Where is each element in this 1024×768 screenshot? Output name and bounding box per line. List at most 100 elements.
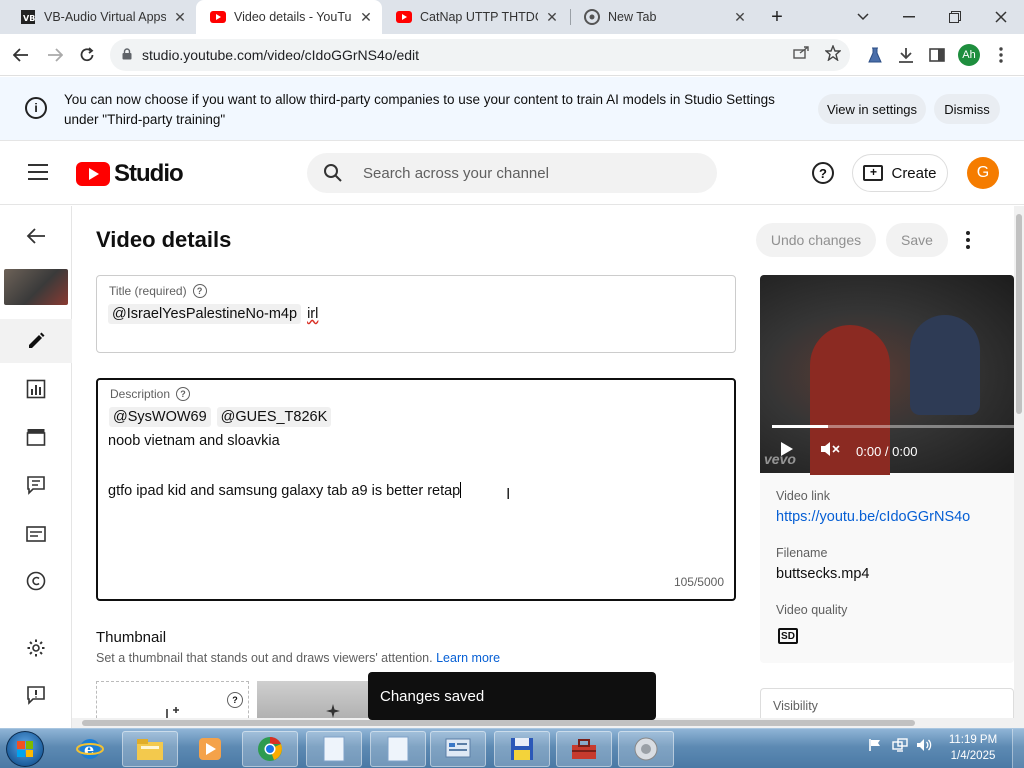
description-line-1: noob vietnam and sloavkia	[108, 433, 280, 449]
help-icon[interactable]: ?	[812, 162, 834, 184]
description-field-label: Description ?	[110, 387, 191, 401]
tab-new-tab[interactable]: New Tab ✕	[570, 0, 756, 34]
settings-gear-icon[interactable]	[0, 626, 72, 670]
vertical-scrollbar[interactable]	[1014, 206, 1024, 728]
details-pencil-icon[interactable]	[0, 319, 72, 363]
studio-header: Studio Search across your channel ? + Cr…	[0, 141, 1024, 205]
comments-icon[interactable]	[0, 463, 72, 507]
video-link-label: Video link	[776, 489, 830, 503]
browser-menu-icon[interactable]	[988, 42, 1014, 68]
create-video-icon: +	[863, 165, 884, 181]
video-progress-bar[interactable]	[772, 425, 1014, 428]
chrome-icon[interactable]	[242, 731, 298, 767]
chrome-icon	[584, 9, 600, 25]
speaker-app-icon[interactable]	[618, 731, 674, 767]
page-title: Video details	[96, 227, 232, 252]
close-window-icon[interactable]	[981, 0, 1021, 34]
tab-search-chevron-icon[interactable]	[843, 0, 883, 34]
sd-quality-badge: SD	[778, 628, 798, 644]
help-icon[interactable]: ?	[227, 692, 243, 708]
volume-icon[interactable]	[916, 738, 932, 752]
studio-wordmark: Studio	[114, 160, 184, 187]
description-field[interactable]: Description ? @SysWOW69 @GUES_T826K noob …	[96, 378, 736, 601]
description-line-2: gtfo ipad kid and samsung galaxy tab a9 …	[108, 482, 462, 499]
tab-title: VB-Audio Virtual Apps	[44, 10, 166, 24]
hamburger-menu-icon[interactable]	[28, 164, 48, 180]
mention-chip[interactable]: @GUES_T826K	[216, 407, 332, 427]
network-icon[interactable]	[892, 738, 908, 752]
document-icon[interactable]	[370, 731, 426, 767]
close-tab-icon[interactable]: ✕	[172, 9, 188, 26]
mention-chip[interactable]: @IsraelYesPalestineNo-m4p	[108, 304, 302, 324]
download-icon[interactable]	[893, 42, 919, 68]
control-panel-icon[interactable]	[430, 731, 486, 767]
close-tab-icon[interactable]: ✕	[544, 9, 560, 26]
show-desktop-button[interactable]	[1012, 729, 1024, 768]
subtitles-icon[interactable]	[0, 512, 72, 556]
view-in-settings-button[interactable]: View in settings	[818, 94, 926, 124]
toolbox-icon[interactable]	[556, 731, 612, 767]
mute-volume-icon[interactable]	[820, 441, 840, 457]
youtube-logo-icon	[76, 162, 110, 186]
mention-chip[interactable]: @SysWOW69	[109, 407, 211, 427]
side-panel-icon[interactable]	[924, 42, 950, 68]
tab-title: New Tab	[608, 10, 657, 24]
video-thumbnail-mini[interactable]	[4, 269, 68, 305]
video-link[interactable]: https://youtu.be/cIdoGGrNS4o	[776, 509, 970, 525]
save-button[interactable]: Save	[886, 223, 948, 257]
close-tab-icon[interactable]: ✕	[732, 9, 748, 26]
help-icon[interactable]: ?	[192, 284, 207, 298]
title-field[interactable]: Title (required) ? @IsraelYesPalestineNo…	[96, 275, 736, 353]
forward-arrow-icon[interactable]	[40, 40, 70, 70]
visibility-label: Visibility	[773, 699, 818, 713]
file-explorer-icon[interactable]	[122, 731, 178, 767]
share-icon[interactable]	[793, 45, 809, 63]
save-disk-icon[interactable]	[494, 731, 550, 767]
bookmark-star-icon[interactable]	[824, 44, 842, 65]
vb-audio-icon: VB	[20, 9, 36, 25]
undo-changes-button[interactable]: Undo changes	[756, 223, 876, 257]
media-player-icon[interactable]	[182, 731, 238, 767]
studio-logo[interactable]: Studio	[76, 160, 184, 188]
url-bar[interactable]: studio.youtube.com/video/cIdoGGrNS4o/edi…	[110, 39, 850, 71]
restore-icon[interactable]	[935, 0, 975, 34]
internet-explorer-icon[interactable]: e	[62, 731, 118, 767]
search-icon	[324, 164, 342, 182]
learn-more-link[interactable]: Learn more	[436, 651, 500, 665]
system-clock[interactable]: 11:19 PM 1/4/2025	[940, 732, 1006, 764]
editor-clapperboard-icon[interactable]	[0, 415, 72, 459]
copyright-icon[interactable]	[0, 559, 72, 603]
title-label-text: Title (required)	[109, 284, 187, 298]
notepad-icon[interactable]	[306, 731, 362, 767]
action-center-flag-icon[interactable]	[868, 738, 882, 752]
text-caret	[460, 482, 462, 498]
analytics-icon[interactable]	[0, 367, 72, 411]
title-input-value[interactable]: @IsraelYesPalestineNo-m4p irl	[108, 304, 318, 324]
tab-video-details[interactable]: Video details - YouTube Studio ✕	[196, 0, 382, 34]
back-to-content-icon[interactable]	[0, 214, 72, 258]
new-tab-button[interactable]: +	[757, 0, 797, 34]
play-icon[interactable]	[780, 441, 794, 457]
thumbnail-heading: Thumbnail	[96, 629, 167, 646]
youtube-icon	[396, 9, 412, 25]
feedback-icon[interactable]	[0, 673, 72, 717]
minimize-icon[interactable]	[889, 0, 929, 34]
banner-message: You can now choose if you want to allow …	[64, 92, 775, 127]
channel-search-input[interactable]: Search across your channel	[307, 153, 717, 193]
close-tab-icon[interactable]: ✕	[358, 9, 374, 26]
create-button[interactable]: + Create	[852, 154, 948, 192]
video-player[interactable]: vevo 0:00 / 0:00	[760, 275, 1014, 475]
start-button-icon[interactable]	[6, 731, 44, 767]
account-avatar[interactable]: G	[967, 157, 999, 189]
tab-catnap[interactable]: CatNap UTTP THTDC ✕	[382, 0, 568, 34]
dismiss-button[interactable]: Dismiss	[934, 94, 1000, 124]
reload-icon[interactable]	[72, 40, 102, 70]
back-arrow-icon[interactable]	[6, 40, 36, 70]
help-icon[interactable]: ?	[176, 387, 191, 401]
extension-flask-icon[interactable]	[862, 42, 888, 68]
video-preview-panel: vevo 0:00 / 0:00 Video link https://yout…	[760, 275, 1014, 663]
more-options-icon[interactable]	[958, 228, 978, 252]
tab-vb-audio[interactable]: VB VB-Audio Virtual Apps ✕	[6, 0, 196, 34]
browser-profile-avatar[interactable]: Ah	[958, 44, 980, 66]
create-label: Create	[891, 164, 937, 182]
